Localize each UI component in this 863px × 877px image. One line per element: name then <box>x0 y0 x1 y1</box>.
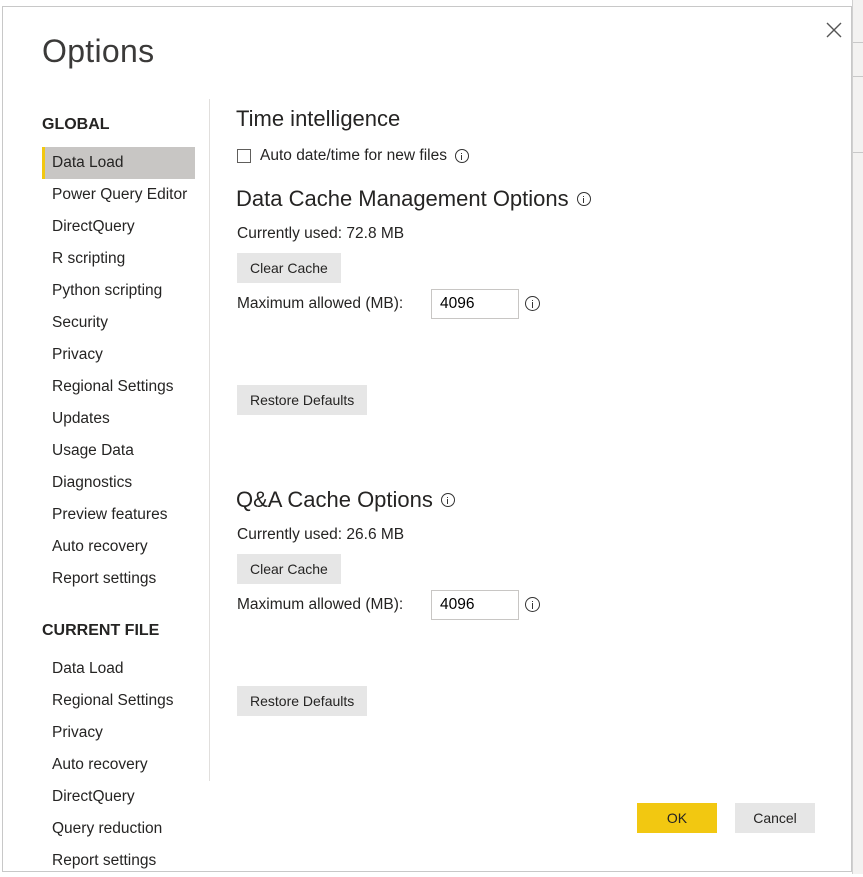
nav-item-current-directquery[interactable]: DirectQuery <box>42 781 195 813</box>
qa-cache-heading: Q&A Cache Options <box>236 487 455 513</box>
close-button[interactable] <box>821 17 847 43</box>
nav-item-global-usage-data[interactable]: Usage Data <box>42 435 195 467</box>
background-divider <box>853 152 863 153</box>
nav-item-global-updates[interactable]: Updates <box>42 403 195 435</box>
options-dialog: Options GLOBAL Data Load Power Query Edi… <box>2 6 852 872</box>
nav-item-global-python-scripting[interactable]: Python scripting <box>42 275 195 307</box>
nav-item-global-preview-features[interactable]: Preview features <box>42 499 195 531</box>
auto-datetime-checkbox[interactable] <box>237 149 251 163</box>
qa-cache-clear-button[interactable]: Clear Cache <box>237 554 341 584</box>
nav-item-global-regional-settings[interactable]: Regional Settings <box>42 371 195 403</box>
nav-heading-current-file: CURRENT FILE <box>42 622 160 639</box>
ok-button[interactable]: OK <box>637 803 717 833</box>
nav-item-current-auto-recovery[interactable]: Auto recovery <box>42 749 195 781</box>
nav-item-current-report-settings[interactable]: Report settings <box>42 845 195 877</box>
info-icon[interactable] <box>576 192 591 206</box>
background-divider <box>853 42 863 43</box>
nav-item-global-privacy[interactable]: Privacy <box>42 339 195 371</box>
nav-item-global-r-scripting[interactable]: R scripting <box>42 243 195 275</box>
background-divider <box>853 76 863 77</box>
data-cache-heading: Data Cache Management Options <box>236 186 591 212</box>
nav-heading-global: GLOBAL <box>42 116 110 133</box>
time-intelligence-heading-text: Time intelligence <box>236 106 401 131</box>
nav-item-global-data-load[interactable]: Data Load <box>42 147 195 179</box>
dialog-title: Options <box>42 33 155 69</box>
nav-item-current-data-load[interactable]: Data Load <box>42 653 195 685</box>
nav-item-global-diagnostics[interactable]: Diagnostics <box>42 467 195 499</box>
nav-item-current-regional-settings[interactable]: Regional Settings <box>42 685 195 717</box>
data-cache-max-input[interactable] <box>431 289 519 319</box>
qa-cache-max-label: Maximum allowed (MB): <box>237 596 404 613</box>
info-icon[interactable] <box>454 149 469 163</box>
info-icon[interactable] <box>440 493 455 507</box>
nav-item-global-directquery[interactable]: DirectQuery <box>42 211 195 243</box>
auto-datetime-row: Auto date/time for new files <box>237 147 469 165</box>
time-intelligence-heading: Time intelligence <box>236 106 400 132</box>
nav-divider <box>209 99 210 781</box>
nav-item-global-report-settings[interactable]: Report settings <box>42 563 195 595</box>
data-cache-clear-button[interactable]: Clear Cache <box>237 253 341 283</box>
qa-cache-restore-defaults-button[interactable]: Restore Defaults <box>237 686 368 716</box>
nav-item-global-power-query-editor[interactable]: Power Query Editor <box>42 179 195 211</box>
data-cache-restore-defaults-button[interactable]: Restore Defaults <box>237 385 368 415</box>
background-app-panel <box>852 0 863 874</box>
data-cache-heading-text: Data Cache Management Options <box>236 186 569 211</box>
info-icon[interactable] <box>525 597 540 612</box>
nav-item-current-query-reduction[interactable]: Query reduction <box>42 813 195 845</box>
qa-cache-currently-used: Currently used: 26.6 MB <box>237 526 405 543</box>
data-cache-max-label: Maximum allowed (MB): <box>237 295 404 312</box>
data-cache-currently-used: Currently used: 72.8 MB <box>237 225 405 242</box>
qa-cache-heading-text: Q&A Cache Options <box>236 487 433 512</box>
info-icon[interactable] <box>525 296 540 311</box>
close-icon <box>826 22 842 38</box>
cancel-button[interactable]: Cancel <box>735 803 815 833</box>
nav-item-global-security[interactable]: Security <box>42 307 195 339</box>
qa-cache-max-input[interactable] <box>431 590 519 620</box>
nav-item-current-privacy[interactable]: Privacy <box>42 717 195 749</box>
auto-datetime-label: Auto date/time for new files <box>260 147 447 164</box>
nav-item-global-auto-recovery[interactable]: Auto recovery <box>42 531 195 563</box>
